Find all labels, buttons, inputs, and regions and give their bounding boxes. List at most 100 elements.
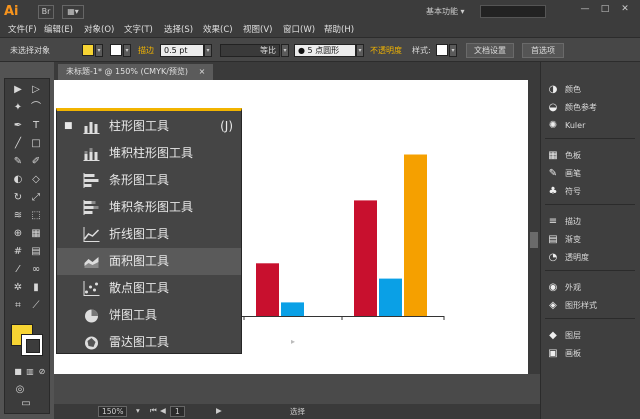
bar-series2-category2[interactable] [281, 302, 304, 316]
draw-mode-icon[interactable]: ◎ [13, 383, 27, 397]
graphic-style-swatch[interactable] [436, 44, 448, 56]
perspective-grid-tool-icon[interactable]: ▦ [29, 227, 43, 241]
flyout-item-pie-graph[interactable]: 饼图工具 [57, 302, 241, 329]
vertical-scroll-thumb[interactable] [530, 232, 538, 248]
stroke-label[interactable]: 描边 [138, 45, 154, 56]
status-mode[interactable]: 选择 [290, 406, 305, 417]
blend-tool-icon[interactable]: ∞ [29, 263, 43, 277]
warp-tool-icon[interactable]: ≋ [11, 209, 25, 223]
panel-color-guide[interactable]: ◒ 颜色参考 [547, 100, 597, 116]
selection-tool-icon[interactable]: ▶ [11, 83, 25, 97]
menu-object[interactable]: 对象(O) [84, 23, 114, 35]
pencil-tool-icon[interactable]: ✐ [29, 155, 43, 169]
flyout-item-area-graph[interactable]: 面积图工具 [57, 248, 241, 275]
graph-tool-icon[interactable]: ▮ [29, 281, 43, 295]
opacity-label[interactable]: 不透明度 [370, 45, 402, 56]
panel-kuler[interactable]: ✺ Kuler [547, 118, 586, 134]
shape-builder-tool-icon[interactable]: ⊕ [11, 227, 25, 241]
panel-appearance[interactable]: ◉ 外观 [547, 280, 581, 296]
magic-wand-tool-icon[interactable]: ✦ [11, 101, 25, 115]
brush-definition[interactable]: ● 5 点圆形 [294, 44, 356, 57]
panel-gradient[interactable]: ▤ 渐变 [547, 232, 581, 248]
fill-dropdown[interactable]: ▾ [95, 44, 103, 57]
blob-brush-tool-icon[interactable]: ◐ [11, 173, 25, 187]
panel-graphic-styles[interactable]: ◈ 图形样式 [547, 298, 597, 314]
menu-type[interactable]: 文字(T) [124, 23, 153, 35]
scale-tool-icon[interactable]: ⤢ [29, 191, 43, 205]
eraser-tool-icon[interactable]: ◇ [29, 173, 43, 187]
type-tool-icon[interactable]: T [29, 119, 43, 133]
bridge-button[interactable]: Br [38, 5, 54, 19]
screen-mode-icon[interactable]: ▭ [19, 397, 33, 411]
flyout-tearoff-arrow-icon[interactable]: ▸ [291, 337, 299, 349]
bar-series2-category3[interactable] [379, 278, 402, 316]
flyout-item-stacked-column-graph[interactable]: 堆积柱形图工具 [57, 140, 241, 167]
panel-stroke[interactable]: ≡ 描边 [547, 214, 581, 230]
direct-selection-tool-icon[interactable]: ▷ [29, 83, 43, 97]
artboard-tool-icon[interactable]: ⌗ [11, 299, 25, 313]
panel-color[interactable]: ◑ 颜色 [547, 82, 581, 98]
stroke-color-box[interactable] [21, 334, 43, 356]
flyout-item-column-graph[interactable]: ■ 柱形图工具 (J) [57, 113, 241, 140]
bar-series3-category3[interactable] [404, 154, 427, 317]
workspace-switcher[interactable]: 基本功能 ▾ [426, 6, 465, 17]
flyout-item-line-graph[interactable]: 折线图工具 [57, 221, 241, 248]
close-tab-icon[interactable]: × [199, 67, 206, 76]
panel-artboards[interactable]: ▣ 画板 [547, 346, 581, 362]
artboard-number-field[interactable]: 1 [170, 406, 185, 417]
menu-view[interactable]: 视图(V) [243, 23, 272, 35]
eyedropper-tool-icon[interactable]: ⁄ [11, 263, 25, 277]
menu-window[interactable]: 窗口(W) [283, 23, 315, 35]
zoom-field[interactable]: 150% [98, 406, 128, 417]
panel-transparency[interactable]: ◔ 透明度 [547, 250, 589, 266]
panel-swatches[interactable]: ▦ 色板 [547, 148, 581, 164]
search-input[interactable] [480, 5, 546, 18]
flyout-item-bar-graph[interactable]: 条形图工具 [57, 167, 241, 194]
zoom-dropdown-icon[interactable]: ▾ [136, 406, 140, 415]
profile-dropdown[interactable]: ▾ [281, 44, 289, 57]
flyout-item-scatter-graph[interactable]: 散点图工具 [57, 275, 241, 302]
stroke-swatch[interactable] [110, 44, 122, 56]
lasso-tool-icon[interactable]: ⌒ [29, 101, 43, 115]
stroke-weight-dropdown[interactable]: ▾ [204, 44, 212, 57]
first-artboard-icon[interactable]: ⏮ [150, 406, 157, 416]
preferences-button[interactable]: 首选项 [522, 43, 564, 58]
next-artboard-icon[interactable]: ▶ [216, 406, 222, 415]
maximize-button[interactable]: □ [598, 4, 612, 16]
vertical-scrollbar[interactable] [528, 80, 540, 374]
menu-file[interactable]: 文件(F) [8, 23, 37, 35]
style-dropdown[interactable]: ▾ [449, 44, 457, 57]
prev-artboard-icon[interactable]: ◀ [160, 406, 166, 415]
flyout-item-stacked-bar-graph[interactable]: 堆积条形图工具 [57, 194, 241, 221]
rotate-tool-icon[interactable]: ↻ [11, 191, 25, 205]
gradient-tool-icon[interactable]: ▤ [29, 245, 43, 259]
pen-tool-icon[interactable]: ✒ [11, 119, 25, 133]
document-setup-button[interactable]: 文档设置 [466, 43, 514, 58]
stroke-dropdown[interactable]: ▾ [123, 44, 131, 57]
menu-select[interactable]: 选择(S) [164, 23, 193, 35]
slice-tool-icon[interactable]: ⟋ [29, 299, 43, 313]
variable-width-profile[interactable]: 等比 [220, 44, 280, 57]
none-mode-icon[interactable]: ⊘ [35, 365, 49, 379]
panel-layers[interactable]: ◆ 图层 [547, 328, 581, 344]
line-tool-icon[interactable]: ╱ [11, 137, 25, 151]
panel-brushes[interactable]: ✎ 画笔 [547, 166, 581, 182]
brush-dropdown[interactable]: ▾ [356, 44, 364, 57]
minimize-button[interactable]: — [578, 4, 592, 16]
stroke-weight-field[interactable]: 0.5 pt [160, 44, 204, 57]
flyout-item-radar-graph[interactable]: 雷达图工具 [57, 329, 241, 356]
menu-edit[interactable]: 编辑(E) [44, 23, 73, 35]
bar-series1-category3[interactable] [354, 200, 377, 316]
bar-series1-category2[interactable] [256, 263, 279, 316]
panel-symbols[interactable]: ♣ 符号 [547, 184, 581, 200]
symbol-sprayer-tool-icon[interactable]: ✲ [11, 281, 25, 295]
arrange-documents-button[interactable]: ▦▾ [62, 5, 84, 19]
rectangle-tool-icon[interactable]: □ [29, 137, 43, 151]
paintbrush-tool-icon[interactable]: ✎ [11, 155, 25, 169]
menu-effect[interactable]: 效果(C) [203, 23, 233, 35]
free-transform-tool-icon[interactable]: ⬚ [29, 209, 43, 223]
mesh-tool-icon[interactable]: # [11, 245, 25, 259]
fill-swatch[interactable] [82, 44, 94, 56]
menu-help[interactable]: 帮助(H) [324, 23, 354, 35]
document-tab[interactable]: 未标题-1* @ 150% (CMYK/预览) × [58, 64, 214, 80]
